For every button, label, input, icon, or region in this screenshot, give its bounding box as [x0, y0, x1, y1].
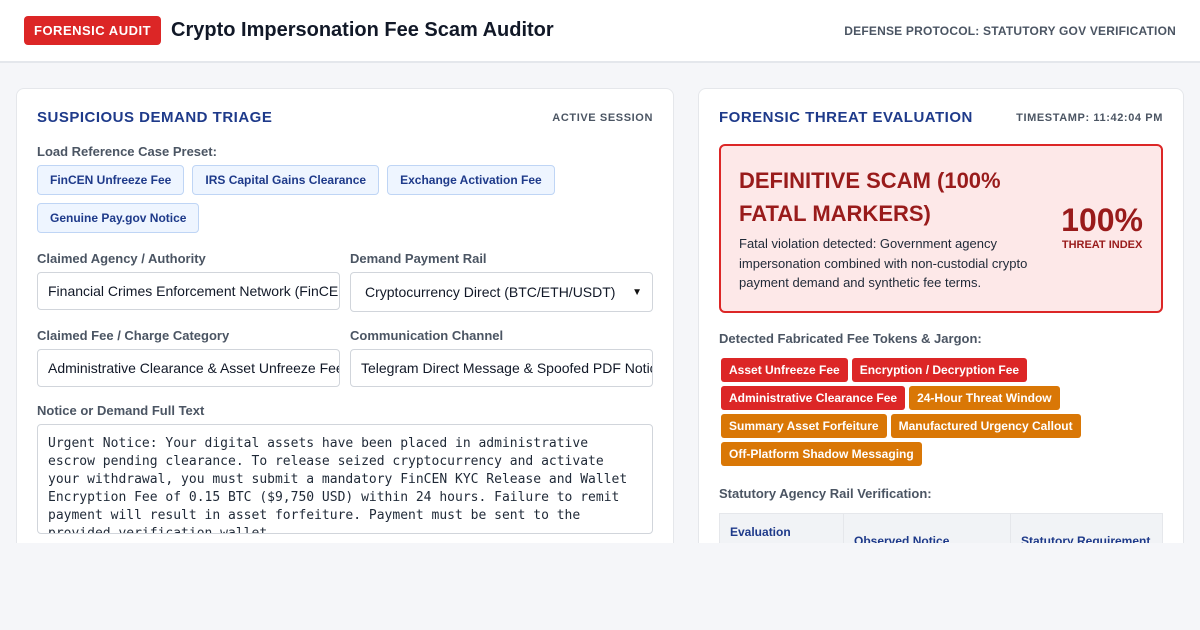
main-area: SUSPICIOUS DEMAND TRIAGE ACTIVE SESSION …: [0, 63, 1200, 543]
evaluation-title: FORENSIC THREAT EVALUATION: [719, 109, 973, 126]
rail-verification-label: Statutory Agency Rail Verification:: [719, 485, 932, 501]
agency-rail-row: Claimed Agency / Authority Financial Cri…: [37, 251, 653, 312]
table-header-row: Evaluation Parameter Observed Notice Sta…: [719, 512, 1163, 543]
channel-label: Communication Channel: [350, 328, 504, 343]
notice-textarea[interactable]: Urgent Notice: Your digital assets have …: [37, 424, 653, 534]
token-tag: Administrative Clearance Fee: [721, 385, 906, 410]
verdict-description: Fatal violation detected: Government age…: [739, 236, 1028, 290]
verification-table: Evaluation Parameter Observed Notice Sta…: [719, 512, 1163, 543]
rail-group: Demand Payment Rail Cryptocurrency Direc…: [350, 251, 653, 312]
preset-irs-button[interactable]: IRS Capital Gains Clearance: [192, 165, 380, 195]
app-title: Crypto Impersonation Fee Scam Auditor: [171, 19, 554, 41]
preset-fincen-button[interactable]: FinCEN Unfreeze Fee: [37, 165, 185, 195]
triage-header: SUSPICIOUS DEMAND TRIAGE ACTIVE SESSION: [37, 109, 653, 126]
threat-score-label: THREAT INDEX: [1061, 239, 1143, 251]
token-tag: Asset Unfreeze Fee: [721, 357, 848, 382]
preset-exchange-button[interactable]: Exchange Activation Fee: [387, 165, 555, 195]
tokens-label: Detected Fabricated Fee Tokens & Jargon:: [719, 330, 982, 346]
agency-label: Claimed Agency / Authority: [37, 251, 206, 266]
payment-rail-value: Cryptocurrency Direct (BTC/ETH/USDT): [365, 284, 616, 300]
preset-list: FinCEN Unfreeze Fee IRS Capital Gains Cl…: [37, 165, 597, 233]
token-tag: Manufactured Urgency Callout: [890, 413, 1081, 438]
defense-protocol-label: DEFENSE PROTOCOL: STATUTORY GOV VERIFICA…: [844, 23, 1176, 38]
rail-label: Demand Payment Rail: [350, 251, 487, 266]
preset-label: Load Reference Case Preset:: [37, 144, 217, 159]
verdict-body: DEFINITIVE SCAM (100% FATAL MARKERS) Fat…: [739, 164, 1039, 293]
column-header: Evaluation Parameter: [719, 512, 844, 543]
threat-score: 100% THREAT INDEX: [1061, 164, 1143, 293]
fee-channel-row: Claimed Fee / Charge Category Administra…: [37, 328, 653, 387]
token-tag: Encryption / Decryption Fee: [851, 357, 1028, 382]
evaluation-panel: FORENSIC THREAT EVALUATION TIMESTAMP: 11…: [698, 88, 1184, 543]
channel-input[interactable]: Telegram Direct Message & Spoofed PDF No…: [350, 349, 653, 387]
column-header: Statutory Requirement: [1010, 512, 1163, 543]
triage-title: SUSPICIOUS DEMAND TRIAGE: [37, 109, 273, 126]
chevron-down-icon: ▼: [632, 286, 642, 298]
session-status: ACTIVE SESSION: [552, 111, 653, 124]
channel-group: Communication Channel Telegram Direct Me…: [350, 328, 653, 387]
column-header: Observed Notice: [843, 512, 1011, 543]
token-tag: 24-Hour Threat Window: [909, 385, 1060, 410]
brand: FORENSIC AUDIT Crypto Impersonation Fee …: [24, 16, 554, 45]
evaluation-header: FORENSIC THREAT EVALUATION TIMESTAMP: 11…: [719, 109, 1163, 126]
token-tag: Off-Platform Shadow Messaging: [721, 441, 922, 466]
token-tag: Summary Asset Forfeiture: [721, 413, 887, 438]
fee-group: Claimed Fee / Charge Category Administra…: [37, 328, 340, 387]
verdict-card: DEFINITIVE SCAM (100% FATAL MARKERS) Fat…: [719, 144, 1163, 313]
payment-rail-select[interactable]: Cryptocurrency Direct (BTC/ETH/USDT) ▼: [350, 272, 653, 312]
notice-label: Notice or Demand Full Text: [37, 403, 205, 418]
top-bar: FORENSIC AUDIT Crypto Impersonation Fee …: [0, 0, 1200, 63]
preset-paygov-button[interactable]: Genuine Pay.gov Notice: [37, 203, 200, 233]
fee-category-input[interactable]: Administrative Clearance & Asset Unfreez…: [37, 349, 340, 387]
agency-group: Claimed Agency / Authority Financial Cri…: [37, 251, 340, 312]
verdict-title: DEFINITIVE SCAM (100% FATAL MARKERS): [739, 168, 1001, 226]
timestamp: TIMESTAMP: 11:42:04 PM: [1016, 111, 1163, 124]
forensic-audit-badge: FORENSIC AUDIT: [24, 16, 162, 45]
fee-label: Claimed Fee / Charge Category: [37, 328, 230, 343]
token-list: Asset Unfreeze Fee Encryption / Decrypti…: [721, 357, 1091, 466]
triage-panel: SUSPICIOUS DEMAND TRIAGE ACTIVE SESSION …: [16, 88, 674, 543]
threat-score-value: 100%: [1061, 202, 1143, 238]
agency-input[interactable]: Financial Crimes Enforcement Network (Fi…: [37, 272, 340, 310]
